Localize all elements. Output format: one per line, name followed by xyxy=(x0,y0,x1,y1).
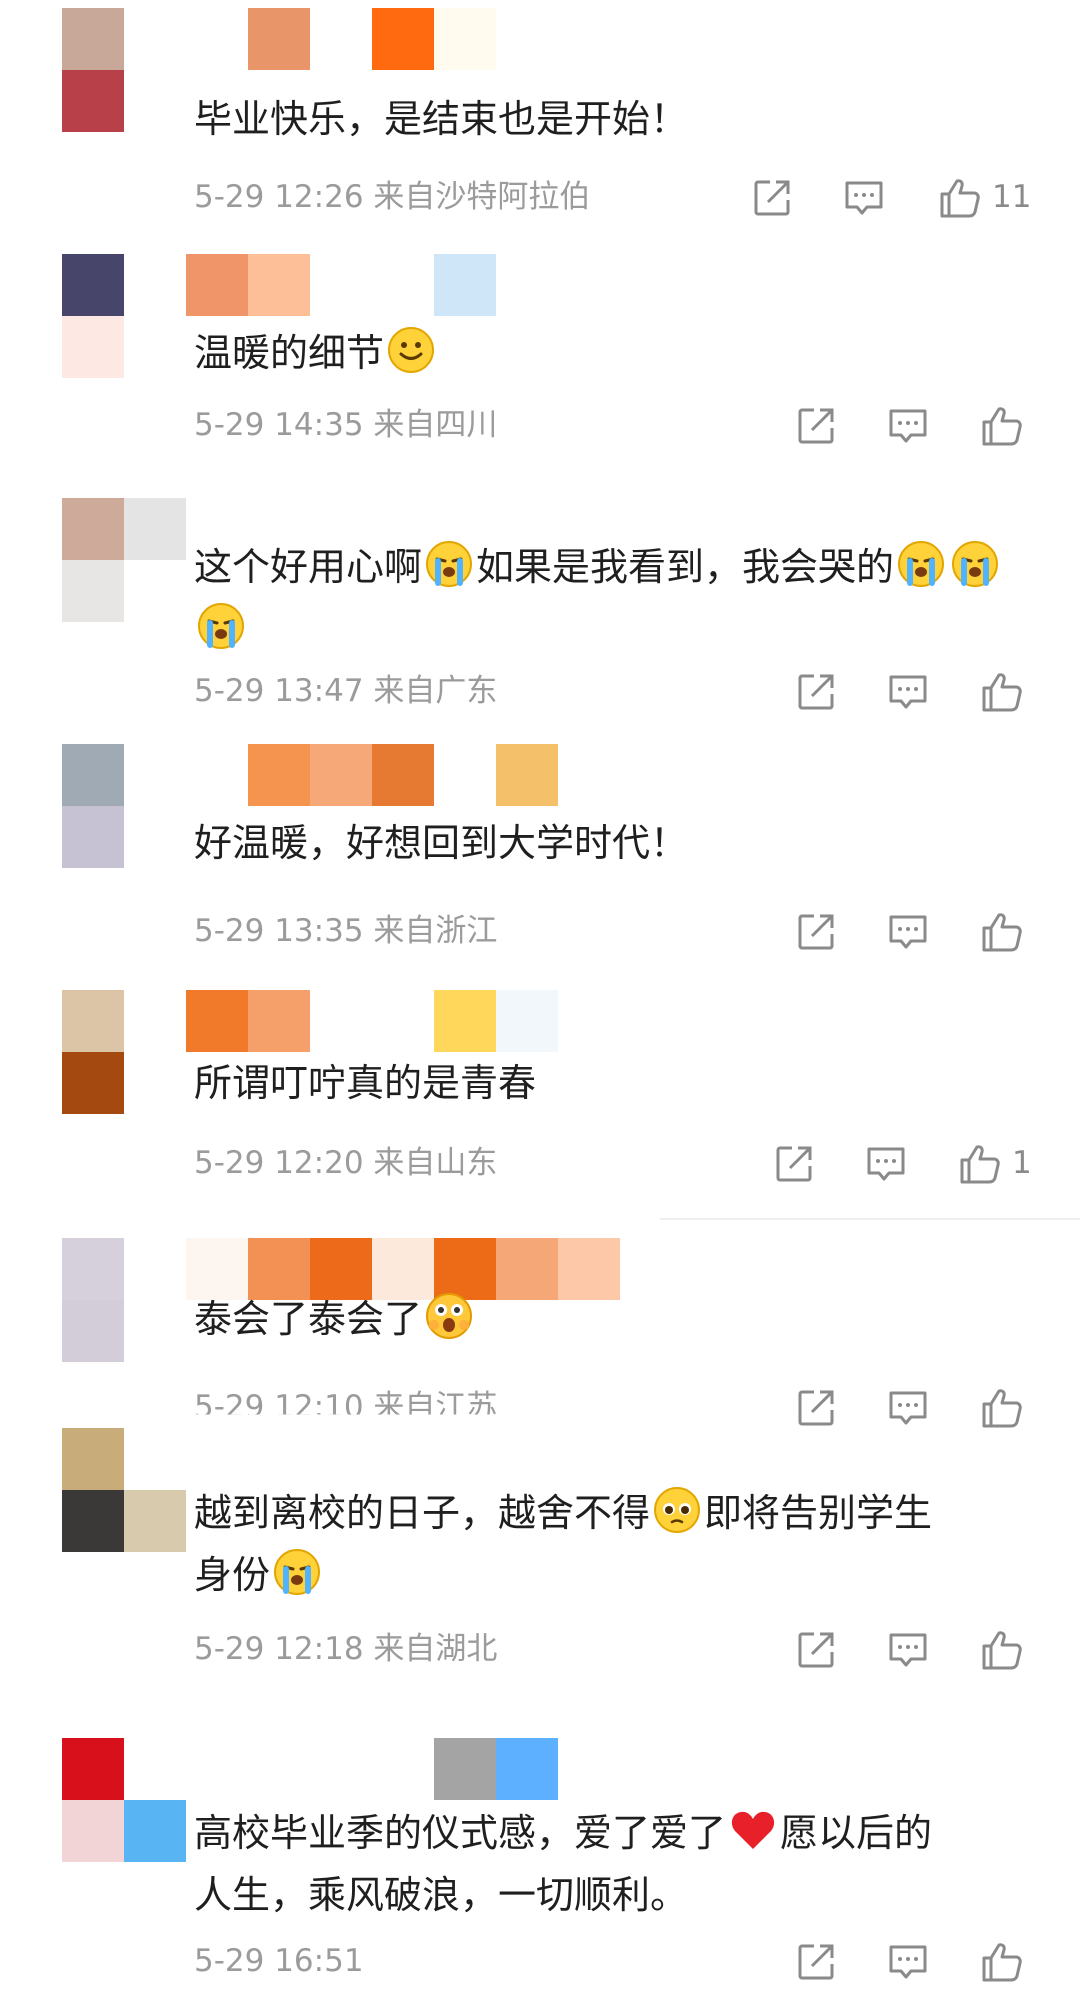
comment-text: 泰会了泰会了 xyxy=(194,1288,1030,1350)
comment-icon[interactable] xyxy=(886,1940,930,1984)
share-icon[interactable] xyxy=(794,910,838,954)
crying-emoji xyxy=(950,539,1000,589)
share-icon[interactable] xyxy=(794,1628,838,1672)
like-count: 11 xyxy=(992,179,1032,215)
avatar[interactable] xyxy=(62,8,186,132)
divider xyxy=(660,1218,1080,1220)
username-pixelated[interactable] xyxy=(186,8,686,70)
comment-time-location: 5-29 12:10 来自江苏 xyxy=(194,1389,498,1425)
comment-text: 好温暖，好想回到大学时代！ xyxy=(194,821,689,865)
comment-text: 越到离校的日子，越舍不得 即将告别学生 身份 xyxy=(194,1482,1030,1606)
comment-time-location: 5-29 14:35 来自四川 xyxy=(194,407,498,443)
comment-text: 高校毕业季的仪式感，爱了爱了 愿以后的 人生，乘风破浪，一切顺利。 xyxy=(194,1802,1030,1926)
share-icon[interactable] xyxy=(772,1142,816,1186)
thumbs-up-icon[interactable] xyxy=(980,404,1024,448)
username-pixelated[interactable] xyxy=(186,744,686,806)
comment-time-location: 5-29 12:18 来自湖北 xyxy=(194,1631,498,1667)
thumbs-up-icon[interactable] xyxy=(980,1386,1024,1430)
comment-icon[interactable] xyxy=(886,910,930,954)
shocked-emoji xyxy=(424,1291,474,1341)
comment-icon[interactable] xyxy=(842,176,886,220)
thumbs-up-icon[interactable] xyxy=(938,176,982,220)
avatar[interactable] xyxy=(62,1428,186,1552)
comment-icon[interactable] xyxy=(886,404,930,448)
crying-emoji xyxy=(196,601,246,651)
comment-text: 这个好用心啊 如果是我看到，我会哭的 xyxy=(194,536,1030,660)
smile-emoji xyxy=(386,325,436,375)
comment-text: 所谓叮咛真的是青春 xyxy=(194,1061,537,1105)
comment-icon[interactable] xyxy=(886,1386,930,1430)
thumbs-up-icon[interactable] xyxy=(980,670,1024,714)
share-icon[interactable] xyxy=(794,670,838,714)
comment-icon[interactable] xyxy=(886,670,930,714)
share-icon[interactable] xyxy=(794,1940,838,1984)
avatar[interactable] xyxy=(62,254,186,378)
thumbs-up-icon[interactable] xyxy=(980,1628,1024,1672)
avatar[interactable] xyxy=(62,744,186,868)
avatar[interactable] xyxy=(62,1238,186,1362)
username-pixelated[interactable] xyxy=(186,990,686,1052)
crying-emoji xyxy=(896,539,946,589)
share-icon[interactable] xyxy=(794,404,838,448)
comment-time-location: 5-29 12:26 来自沙特阿拉伯 xyxy=(194,179,591,215)
share-icon[interactable] xyxy=(750,176,794,220)
comment-time-location: 5-29 13:47 来自广东 xyxy=(194,673,498,709)
username-pixelated[interactable] xyxy=(186,254,686,316)
avatar[interactable] xyxy=(62,1738,186,1862)
comment-icon[interactable] xyxy=(864,1142,908,1186)
comment-text: 温暖的细节 xyxy=(194,322,1030,384)
comment-time-location: 5-29 12:20 来自山东 xyxy=(194,1145,498,1181)
comment-time-location: 5-29 13:35 来自浙江 xyxy=(194,913,498,949)
red-heart-emoji xyxy=(728,1805,778,1855)
comment-text: 毕业快乐，是结束也是开始！ xyxy=(194,97,689,141)
pleading-emoji xyxy=(652,1485,702,1535)
avatar[interactable] xyxy=(62,498,186,622)
avatar[interactable] xyxy=(62,990,186,1114)
sobbing-emoji xyxy=(272,1547,322,1597)
like-count: 1 xyxy=(1012,1145,1032,1181)
comment-icon[interactable] xyxy=(886,1628,930,1672)
username-pixelated[interactable] xyxy=(434,1738,934,1800)
thumbs-up-icon[interactable] xyxy=(958,1142,1002,1186)
share-icon[interactable] xyxy=(794,1386,838,1430)
thumbs-up-icon[interactable] xyxy=(980,1940,1024,1984)
thumbs-up-icon[interactable] xyxy=(980,910,1024,954)
crying-emoji xyxy=(424,539,474,589)
comment-time-location: 5-29 16:51 xyxy=(194,1943,364,1979)
